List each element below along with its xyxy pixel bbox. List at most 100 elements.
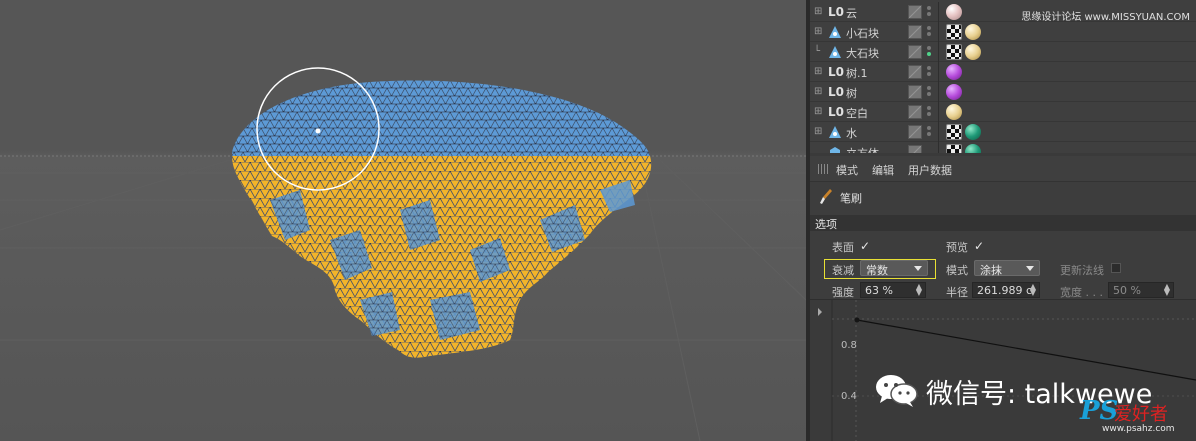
object-name[interactable]: 小石块: [846, 25, 879, 41]
update-normals-checkbox[interactable]: [1111, 263, 1121, 273]
texture-tag-icon[interactable]: [946, 144, 962, 153]
forum-watermark: 思缘设计论坛 www.MISSYUAN.COM: [1021, 12, 1190, 23]
column-divider: [938, 22, 939, 42]
menu-mode[interactable]: 模式: [836, 162, 858, 178]
surface-checkbox[interactable]: ✓: [860, 240, 872, 252]
strength-field[interactable]: 63 % ▲ ▼: [860, 282, 926, 298]
material-tag-icon[interactable]: [965, 24, 981, 40]
width-label: 宽度 . . .: [1060, 286, 1103, 299]
radius-label: 半径: [946, 286, 968, 299]
object-row[interactable]: ⊞ 小石块: [810, 22, 1196, 42]
strength-value: 63 %: [865, 284, 893, 297]
object-row[interactable]: ⊞ L0 空白: [810, 102, 1196, 122]
object-manager[interactable]: ⊞ L0 云 ⊞ 小石块 └ 大石块 ⊞ L0 树.1 ⊞ L0 树 ⊞ L0 …: [810, 0, 1196, 153]
viewport-scene: [0, 67, 806, 441]
layer-icon[interactable]: [908, 105, 922, 119]
visibility-dots[interactable]: [926, 25, 932, 39]
visibility-dots[interactable]: [926, 105, 932, 119]
radius-field[interactable]: 261.989 c ▲ ▼: [972, 282, 1040, 298]
ps-logo: PS: [1080, 396, 1119, 426]
falloff-dropdown[interactable]: 常数: [860, 260, 928, 277]
column-divider: [938, 102, 939, 122]
grip-icon[interactable]: [818, 164, 828, 174]
material-tag-icon[interactable]: [946, 64, 962, 80]
object-name[interactable]: 大石块: [846, 45, 879, 61]
mode-value: 涂抹: [980, 264, 1002, 277]
null-object-icon: L0: [828, 105, 844, 119]
section-title: 选项: [815, 218, 837, 231]
width-field[interactable]: 50 % ▲ ▼: [1108, 282, 1174, 298]
polygon-object-icon: [828, 125, 842, 139]
texture-tag-icon[interactable]: [946, 44, 962, 60]
preview-label: 预览: [946, 241, 968, 254]
menu-edit[interactable]: 编辑: [872, 162, 894, 178]
menu-user-data[interactable]: 用户数据: [908, 162, 952, 178]
object-name[interactable]: 立方体: [846, 145, 879, 153]
visibility-dots[interactable]: [926, 85, 932, 99]
tree-expander-icon[interactable]: ⊞: [814, 105, 826, 119]
material-tag-icon[interactable]: [965, 44, 981, 60]
tree-expander-icon[interactable]: ⊞: [814, 85, 826, 99]
update-normals-label: 更新法线: [1060, 264, 1104, 277]
material-tag-icon[interactable]: [946, 4, 962, 20]
tree-expander-icon[interactable]: ⊞: [814, 5, 826, 19]
object-name[interactable]: 空白: [846, 105, 868, 121]
object-name[interactable]: 水: [846, 125, 857, 141]
layer-icon[interactable]: [908, 145, 922, 153]
object-row[interactable]: ⊞ 水: [810, 122, 1196, 142]
texture-tag-icon[interactable]: [946, 124, 962, 140]
tool-header: 笔刷: [810, 183, 1196, 213]
chevron-down-icon: [1026, 266, 1034, 271]
preview-checkbox[interactable]: ✓: [974, 240, 986, 252]
layer-icon[interactable]: [908, 125, 922, 139]
chevron-down-icon: [914, 266, 922, 271]
column-divider: [938, 122, 939, 142]
layer-icon[interactable]: [908, 45, 922, 59]
material-tag-icon[interactable]: [946, 84, 962, 100]
wechat-logo-icon: [874, 372, 920, 408]
layer-icon[interactable]: [908, 5, 922, 19]
texture-tag-icon[interactable]: [946, 24, 962, 40]
material-tag-icon[interactable]: [965, 124, 981, 140]
column-divider: [938, 62, 939, 82]
null-object-icon: L0: [828, 65, 844, 79]
tree-expander-icon[interactable]: ⊞: [814, 65, 826, 79]
material-tag-icon[interactable]: [946, 104, 962, 120]
section-header-options[interactable]: 选项: [810, 215, 1196, 231]
polygon-object-icon: [828, 25, 842, 39]
mesh-object[interactable]: [232, 80, 652, 358]
column-divider: [938, 42, 939, 62]
radius-value: 261.989 c: [977, 284, 1033, 297]
layer-icon[interactable]: [908, 85, 922, 99]
spinner-icon[interactable]: ▲ ▼: [1030, 283, 1036, 297]
layer-icon[interactable]: [908, 25, 922, 39]
spinner-icon[interactable]: ▲ ▼: [1164, 283, 1170, 297]
mode-label: 模式: [946, 264, 968, 277]
layer-icon[interactable]: [908, 65, 922, 79]
column-divider: [938, 2, 939, 22]
tree-expander-icon[interactable]: ⊞: [814, 25, 826, 39]
null-object-icon: L0: [828, 5, 844, 19]
falloff-label: 衰减: [832, 264, 854, 277]
column-divider: [938, 82, 939, 102]
object-name[interactable]: 树: [846, 85, 857, 101]
visibility-dots[interactable]: [926, 125, 932, 139]
falloff-value: 常数: [866, 264, 888, 277]
object-row[interactable]: ⊞ L0 树: [810, 82, 1196, 102]
object-row[interactable]: 立方体: [810, 142, 1196, 153]
object-row[interactable]: ⊞ L0 树.1: [810, 62, 1196, 82]
visibility-dots[interactable]: [926, 45, 932, 59]
visibility-dots[interactable]: [926, 65, 932, 79]
material-tag-icon[interactable]: [965, 144, 981, 153]
3d-viewport[interactable]: [0, 0, 806, 441]
object-name[interactable]: 云: [846, 5, 857, 21]
spinner-icon[interactable]: ▲ ▼: [916, 283, 922, 297]
object-row[interactable]: └ 大石块: [810, 42, 1196, 62]
object-name[interactable]: 树.1: [846, 65, 868, 81]
cube-object-icon: [828, 145, 842, 153]
strength-label: 强度: [832, 286, 854, 299]
tree-expander-icon[interactable]: ⊞: [814, 125, 826, 139]
ps-logo-cn: 爱好者: [1114, 404, 1168, 425]
visibility-dots[interactable]: [926, 5, 932, 19]
mode-dropdown[interactable]: 涂抹: [974, 260, 1040, 277]
